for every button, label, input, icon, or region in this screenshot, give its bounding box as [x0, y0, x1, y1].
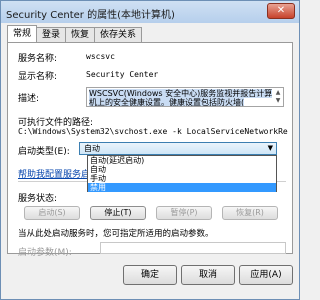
- ok-button[interactable]: 确定: [123, 265, 177, 285]
- start-params-input[interactable]: [100, 242, 286, 254]
- cancel-button[interactable]: 取消: [181, 265, 235, 285]
- display-name-value: Security Center: [86, 70, 159, 79]
- startup-option-auto-delayed[interactable]: 自动(延迟启动): [88, 156, 276, 165]
- tab-general[interactable]: 常规: [7, 25, 38, 42]
- tab-strip: 常规 登录 恢复 依存关系: [7, 25, 143, 42]
- close-button[interactable]: ✕: [267, 3, 295, 19]
- pause-button[interactable]: 暂停(P): [156, 206, 212, 220]
- chevron-down-icon[interactable]: ▼: [268, 143, 273, 154]
- resume-button[interactable]: 恢复(R): [222, 206, 278, 220]
- startup-type-select[interactable]: 自动 ▼: [79, 142, 277, 155]
- startup-type-dropdown: 自动(延迟启动) 自动 手动 禁用: [87, 155, 277, 192]
- stop-button[interactable]: 停止(T): [90, 206, 146, 220]
- startup-option-manual[interactable]: 手动: [88, 174, 276, 183]
- help-configure-link[interactable]: 帮助我配置服务启: [18, 167, 90, 180]
- description-label: 描述:: [18, 94, 40, 104]
- tab-logon[interactable]: 登录: [36, 27, 67, 42]
- service-name-value: wscsvc: [86, 52, 115, 61]
- description-box[interactable]: WSCSVC(Windows 安全中心)服务监视并报告计算机上的安全健康设置。健…: [86, 87, 284, 107]
- start-params-label: 启动参数(M):: [18, 248, 72, 258]
- startup-type-selected: 自动: [84, 144, 100, 153]
- service-name-label: 服务名称:: [18, 54, 58, 64]
- start-button[interactable]: 启动(S): [24, 206, 80, 220]
- tab-recovery[interactable]: 恢复: [65, 27, 96, 42]
- title-bar[interactable]: Security Center 的属性(本地计算机) ✕: [1, 1, 299, 23]
- service-status-label: 服务状态:: [18, 194, 58, 204]
- display-name-label: 显示名称:: [18, 72, 58, 82]
- start-params-hint: 当从此处启动服务时，您可指定所适用的启动参数。: [18, 229, 214, 239]
- tab-dependencies[interactable]: 依存关系: [94, 27, 143, 42]
- startup-type-label: 启动类型(E):: [18, 147, 70, 157]
- startup-option-auto[interactable]: 自动: [88, 165, 276, 174]
- startup-option-disabled[interactable]: 禁用: [88, 183, 276, 192]
- window-title: Security Center 的属性(本地计算机): [6, 10, 175, 21]
- exe-path-value: C:\Windows\System32\svchost.exe -k Local…: [18, 127, 288, 136]
- description-text: WSCSVC(Windows 安全中心)服务监视并报告计算机上的安全健康设置。健…: [89, 89, 273, 107]
- apply-button[interactable]: 应用(A): [239, 265, 293, 285]
- description-scroll-icon[interactable]: ▲ ▼: [274, 89, 282, 105]
- properties-window: Security Center 的属性(本地计算机) ✕ 常规 登录 恢复 依存…: [0, 0, 300, 300]
